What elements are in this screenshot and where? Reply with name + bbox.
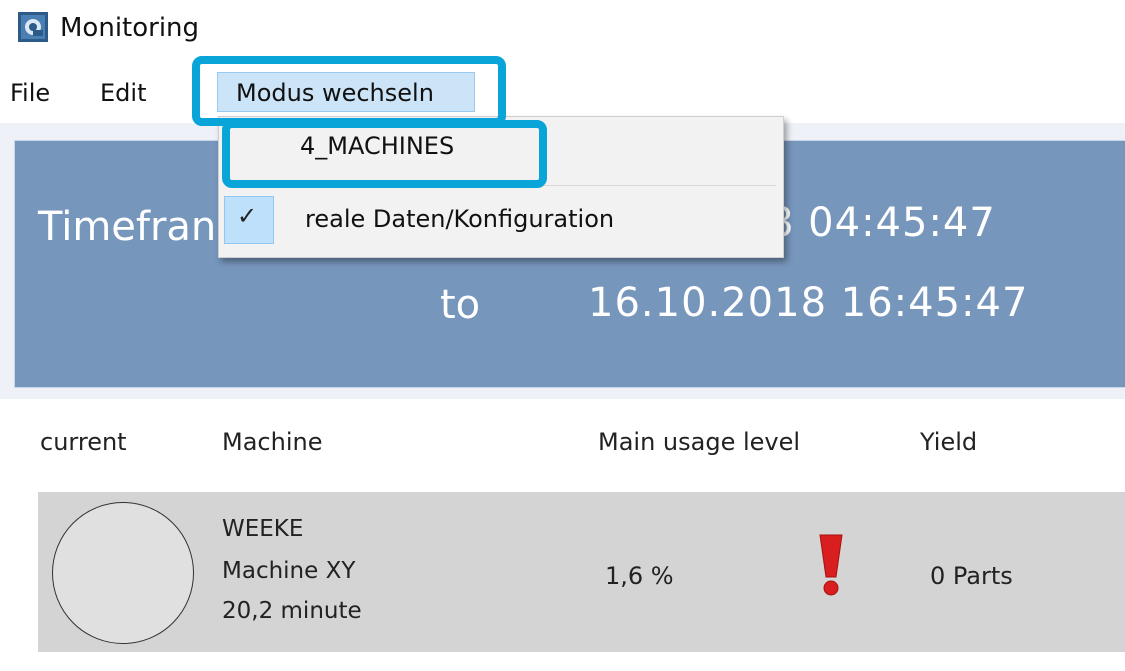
machine-duration: 20,2 minute xyxy=(222,598,362,624)
timeframe-to-label: to xyxy=(440,282,481,328)
menu-file[interactable]: File xyxy=(10,70,50,116)
exclamation-icon xyxy=(819,534,843,596)
callout-highlight-4-machines xyxy=(222,120,547,188)
yield-value: 0 Parts xyxy=(930,562,1013,590)
machine-name: Machine XY xyxy=(222,558,356,584)
window-title: Monitoring xyxy=(60,13,200,43)
timeframe-from: 8 04:45:47 xyxy=(768,200,996,246)
status-circle-icon xyxy=(52,502,194,644)
monitoring-app-icon xyxy=(18,12,48,42)
menu-modus-wechseln[interactable]: Modus wechseln xyxy=(217,72,475,112)
menu-bar: File Edit Modus wechseln xyxy=(0,70,1125,116)
machine-brand: WEEKE xyxy=(222,516,304,542)
title-bar: Monitoring xyxy=(0,0,1125,56)
checkmark-icon: ✓ xyxy=(237,202,258,230)
menu-item-reale-daten[interactable]: reale Daten/Konfiguration xyxy=(305,205,614,233)
menu-edit[interactable]: Edit xyxy=(100,70,146,116)
column-header-current: current xyxy=(40,428,127,456)
timeframe-label: Timefran xyxy=(38,204,217,250)
column-header-machine: Machine xyxy=(222,428,323,456)
column-header-yield: Yield xyxy=(920,428,978,456)
timeframe-to: 16.10.2018 16:45:47 xyxy=(588,280,1029,326)
usage-value: 1,6 % xyxy=(605,562,674,590)
column-header-usage: Main usage level xyxy=(598,428,801,456)
